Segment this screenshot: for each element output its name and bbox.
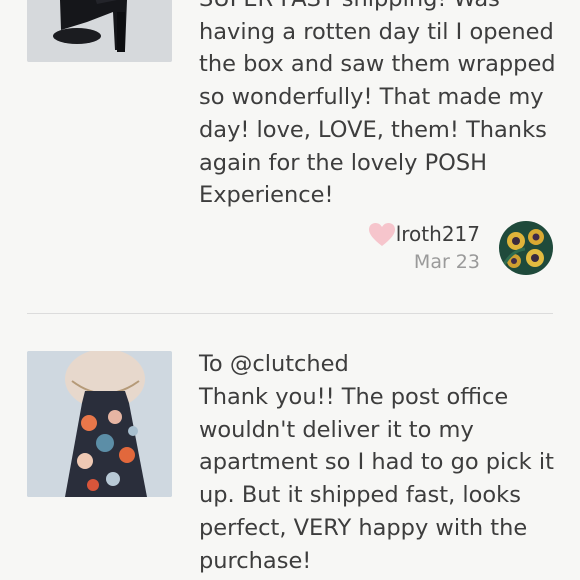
flower-avatar-icon [499,221,553,275]
review-1-username[interactable]: lroth217 [396,220,480,248]
shoe-photo-icon [27,0,172,62]
heart-icon[interactable] [368,222,396,248]
review-1-text: SUPER FAST shipping! Was having a rotten… [199,0,556,209]
review-1-avatar[interactable] [499,221,553,275]
reviews-feed: SUPER FAST shipping! Was having a rotten… [0,0,580,580]
review-2-product-image[interactable] [27,351,172,497]
dress-photo-icon [27,351,172,497]
review-1-product-image[interactable] [27,0,172,62]
review-2-text: Thank you!! The post office wouldn't del… [199,384,554,574]
review-1-date: Mar 23 [413,251,480,273]
review-divider [27,313,553,314]
review-2-recipient[interactable]: To @clutched [199,348,349,380]
